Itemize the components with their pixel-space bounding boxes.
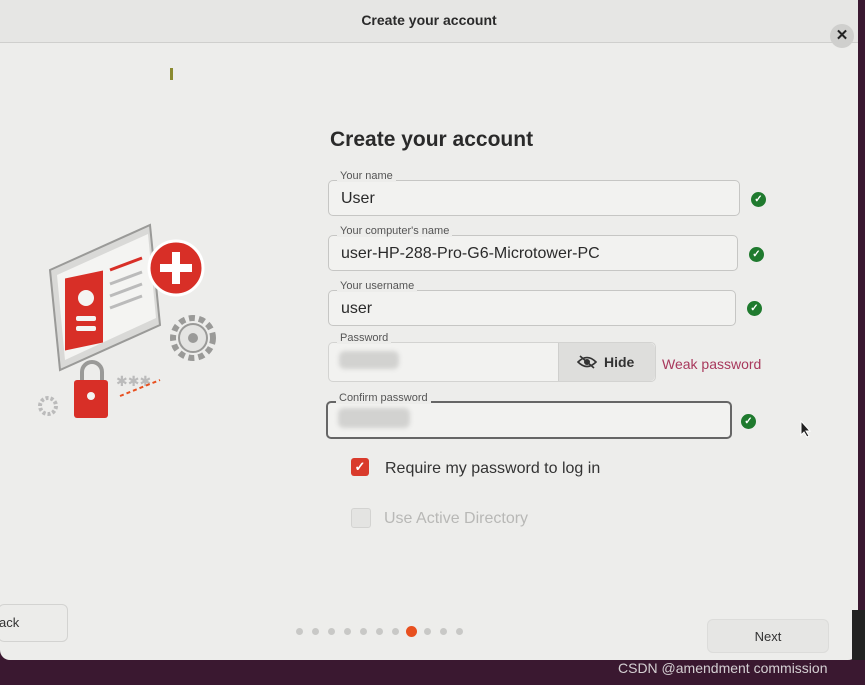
window-title: Create your account (361, 12, 497, 28)
confirm-valid-icon: ✓ (741, 414, 756, 429)
hide-password-button[interactable]: Hide (558, 343, 655, 381)
step-dot (376, 628, 383, 635)
small-gear-icon (38, 396, 58, 416)
step-dot-active (406, 626, 417, 637)
password-redacted (339, 351, 399, 369)
name-valid-icon: ✓ (751, 192, 766, 207)
hide-label: Hide (604, 354, 635, 370)
back-button[interactable]: ack (0, 604, 68, 642)
step-dot (392, 628, 399, 635)
confirm-password-field[interactable]: Confirm password (326, 392, 732, 439)
back-label: ack (0, 615, 20, 630)
password-strength: Weak password (662, 356, 762, 372)
username-label: Your username (337, 280, 418, 292)
password-field[interactable]: Password Hide (328, 332, 656, 382)
mouse-pointer-icon (800, 420, 812, 438)
account-illustration: ✱✱✱ (38, 223, 216, 418)
username-valid-icon: ✓ (747, 301, 762, 316)
gear-icon (170, 315, 216, 361)
close-button[interactable]: ✕ (830, 24, 854, 48)
name-label: Your name (337, 170, 396, 182)
plus-badge-icon (147, 239, 205, 297)
screen-speck (170, 68, 173, 80)
active-directory-label: Use Active Directory (384, 510, 529, 527)
step-dot (312, 628, 319, 635)
eye-slash-icon (577, 355, 597, 369)
name-value: User (341, 190, 375, 207)
svg-text:✱✱✱: ✱✱✱ (116, 374, 151, 390)
require-password-label: Require my password to log in (385, 460, 601, 477)
require-password-checkbox[interactable]: ✓ (351, 458, 369, 476)
step-dot (328, 628, 335, 635)
step-dot (424, 628, 431, 635)
username-field[interactable]: Your username user (328, 280, 736, 326)
active-directory-checkbox[interactable] (351, 508, 371, 528)
computer-name-field[interactable]: Your computer's name user-HP-288-Pro-G6-… (328, 225, 738, 271)
username-value: user (341, 300, 373, 317)
title-bar: Create your account ✕ (0, 0, 858, 48)
confirm-password-label: Confirm password (336, 392, 431, 404)
watermark: CSDN @amendment commission (618, 660, 828, 676)
next-button[interactable]: Next (707, 619, 829, 653)
computer-name-label: Your computer's name (337, 225, 453, 237)
edge-dark-strip (852, 610, 865, 660)
step-dot (360, 628, 367, 635)
monitor-graphic (48, 223, 162, 372)
installer-window: Create your account ✕ ✱✱✱ Create your ac… (0, 0, 858, 660)
padlock-icon (74, 360, 108, 418)
next-label: Next (754, 629, 782, 644)
name-field[interactable]: Your name User (328, 170, 740, 216)
step-dot (296, 628, 303, 635)
step-dot (440, 628, 447, 635)
step-dot (344, 628, 351, 635)
computer-name-value: user-HP-288-Pro-G6-Microtower-PC (341, 245, 600, 262)
page-heading: Create your account (330, 128, 534, 151)
close-icon: ✕ (835, 27, 849, 44)
password-label: Password (337, 332, 392, 344)
step-dot (456, 628, 463, 635)
confirm-redacted (338, 408, 410, 428)
computer-name-valid-icon: ✓ (749, 247, 764, 262)
password-stars-decoration: ✱✱✱ (116, 374, 161, 397)
